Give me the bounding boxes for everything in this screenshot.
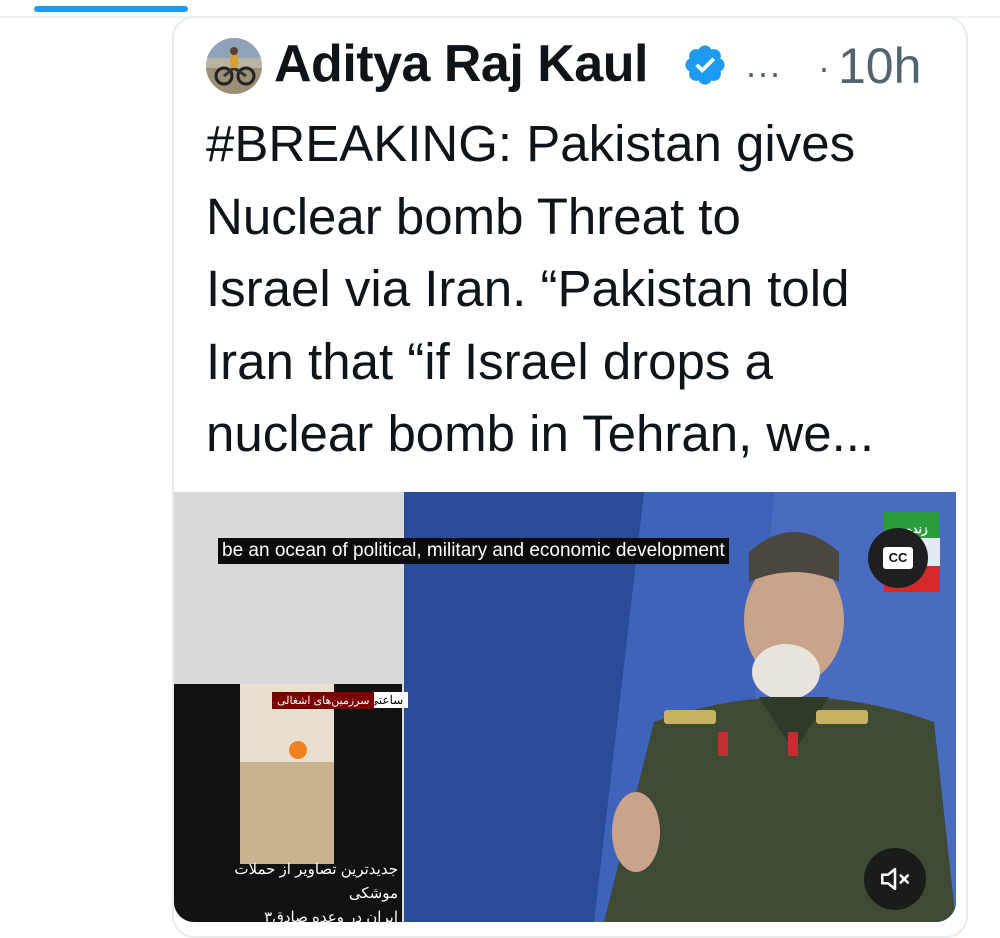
tweet-text-line: #BREAKING: Pakistan gives xyxy=(206,115,856,172)
tweet-text-line: Nuclear bomb Threat to xyxy=(206,187,741,245)
tweet-text-line: nuclear bomb in Tehran, we... xyxy=(206,405,875,462)
tweet-text-line: Iran that “if Israel drops a xyxy=(206,332,773,390)
avatar[interactable] xyxy=(206,38,262,94)
closed-captions-icon: CC xyxy=(883,547,913,569)
closed-captions-button[interactable]: CC xyxy=(868,528,928,588)
separator-dot: · xyxy=(818,47,830,88)
truncation-ellipsis: ... xyxy=(746,44,783,85)
inset-location-label: سرزمین‌های اشغالی xyxy=(272,692,375,709)
timestamp[interactable]: 10h xyxy=(838,34,921,98)
author-name[interactable]: Aditya Raj Kaul xyxy=(274,32,648,96)
inset-caption-line: جدیدترین تصاویر از حملات موشکی xyxy=(234,861,398,902)
speaker-muted-icon xyxy=(880,867,910,891)
inset-caption-line: ایران در وعده صادق۳ xyxy=(264,909,398,926)
mute-button[interactable] xyxy=(864,848,926,910)
active-tab-indicator xyxy=(34,6,188,12)
tweet-text-line: Israel via Iran. “Pakistan told xyxy=(206,260,850,317)
inset-caption: جدیدترین تصاویر از حملات موشکی ایران در … xyxy=(188,858,398,930)
avatar-image xyxy=(206,38,262,94)
verified-badge-icon xyxy=(685,45,725,85)
tweet-text[interactable]: #BREAKING: Pakistan gives Nuclear bomb T… xyxy=(206,108,946,471)
video-subtitle: be an ocean of political, military and e… xyxy=(218,538,729,564)
